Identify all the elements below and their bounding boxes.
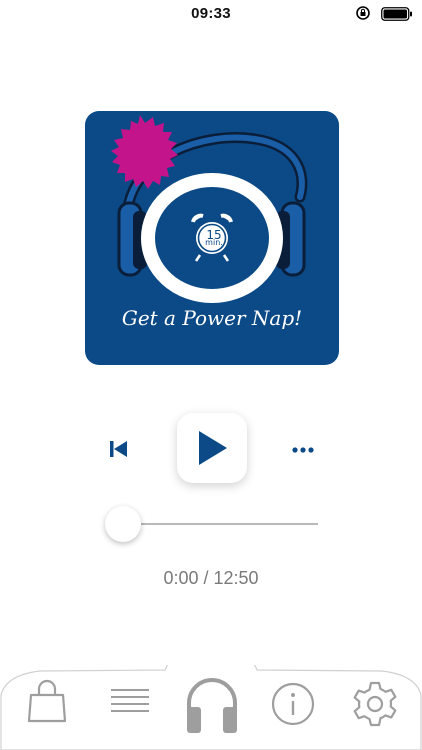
play-button[interactable] — [177, 413, 247, 483]
previous-track-button[interactable] — [106, 436, 132, 462]
status-bar: 09:33 — [0, 0, 422, 28]
list-icon — [111, 689, 149, 712]
progress-thumb[interactable] — [105, 506, 141, 542]
shopping-bag-icon — [27, 679, 67, 723]
gear-icon — [353, 681, 397, 727]
playback-time: 0:00 / 12:50 — [163, 568, 259, 588]
tab-bar — [0, 665, 422, 750]
tab-shop[interactable] — [26, 677, 68, 723]
tab-player[interactable] — [183, 673, 241, 735]
album-cover: 15 min. Get a Power Nap! — [85, 111, 339, 365]
progress-track[interactable] — [124, 523, 318, 525]
skip-back-icon — [110, 441, 127, 457]
info-icon — [271, 682, 315, 726]
timer-unit: min. — [205, 238, 223, 247]
more-dots-icon — [292, 447, 314, 453]
tab-settings[interactable] — [350, 679, 400, 729]
album-title: Get a Power Nap! — [121, 306, 303, 330]
headphones-icon — [187, 678, 237, 733]
battery-icon — [381, 7, 412, 21]
play-icon — [199, 431, 227, 465]
rotation-lock-icon — [356, 6, 370, 20]
tab-list[interactable] — [108, 687, 152, 715]
more-options-button[interactable] — [288, 440, 318, 460]
tab-info[interactable] — [270, 681, 316, 727]
